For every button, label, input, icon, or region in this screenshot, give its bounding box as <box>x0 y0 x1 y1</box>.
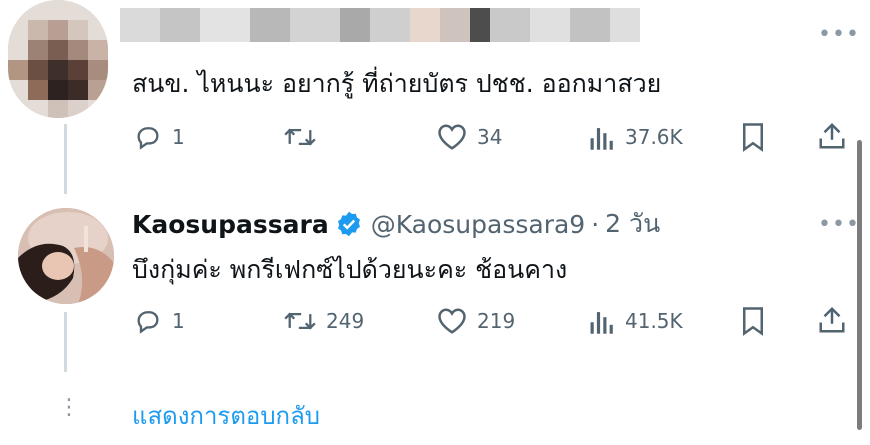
show-replies-link[interactable]: แสดงการตอบกลับ <box>132 396 320 435</box>
handle[interactable]: @Kaosupassara9 <box>371 210 586 239</box>
like-icon <box>438 124 466 150</box>
bookmark-button[interactable] <box>741 306 765 336</box>
separator-dot: · <box>591 209 600 239</box>
reply-button[interactable]: 1 <box>134 123 185 151</box>
views-icon <box>590 312 613 334</box>
views-button[interactable]: 37.6K <box>589 123 683 151</box>
avatar-image <box>18 208 114 304</box>
bookmark-icon <box>743 307 763 336</box>
thread-line <box>64 124 67 194</box>
verified-badge-icon <box>337 211 360 237</box>
reply-button[interactable]: 1 <box>134 307 185 335</box>
reply-icon <box>137 311 159 334</box>
share-button[interactable] <box>817 305 847 335</box>
views-button[interactable]: 41.5K <box>589 307 683 335</box>
views-icon <box>590 128 613 150</box>
avatar[interactable] <box>18 208 114 304</box>
tweet-text: สนข. ไหนนะ อยากรู้ ที่ถ่ายบัตร ปชช. ออกม… <box>132 69 662 98</box>
retweet-button[interactable] <box>284 123 326 151</box>
like-button[interactable]: 219 <box>437 307 515 335</box>
thread-line <box>64 312 67 372</box>
thread-dots-icon: ⋮ <box>58 395 80 420</box>
share-icon <box>819 122 845 149</box>
more-icon[interactable]: ••• <box>818 22 860 47</box>
retweet-icon <box>284 128 316 146</box>
blurred-author-name <box>120 8 640 44</box>
timestamp[interactable]: 2 วัน <box>605 204 660 244</box>
like-button[interactable]: 34 <box>437 123 502 151</box>
like-count: 219 <box>477 309 516 333</box>
share-button[interactable] <box>817 121 847 151</box>
retweet-count: 249 <box>326 309 365 333</box>
share-icon <box>819 306 845 333</box>
view-count: 37.6K <box>625 125 683 149</box>
bookmark-icon <box>743 123 763 152</box>
reply-count: 1 <box>172 125 185 149</box>
scrollbar[interactable] <box>857 140 862 430</box>
like-icon <box>438 308 466 334</box>
tweet-header: Kaosupassara @Kaosupassara9 · 2 วัน <box>132 204 660 244</box>
reply-count: 1 <box>172 309 185 333</box>
bookmark-button[interactable] <box>741 122 765 152</box>
retweet-button[interactable]: 249 <box>284 307 364 335</box>
like-count: 34 <box>477 125 503 149</box>
more-icon[interactable]: ••• <box>818 212 860 237</box>
reply-icon <box>137 127 159 150</box>
tweet-text: บึงกุ่มค่ะ พกรีเฟกซ์ไปด้วยนะคะ ช้อนคาง <box>132 255 568 284</box>
retweet-icon <box>284 312 316 330</box>
display-name[interactable]: Kaosupassara <box>132 210 329 239</box>
view-count: 41.5K <box>625 309 683 333</box>
avatar-blurred[interactable] <box>8 0 108 118</box>
